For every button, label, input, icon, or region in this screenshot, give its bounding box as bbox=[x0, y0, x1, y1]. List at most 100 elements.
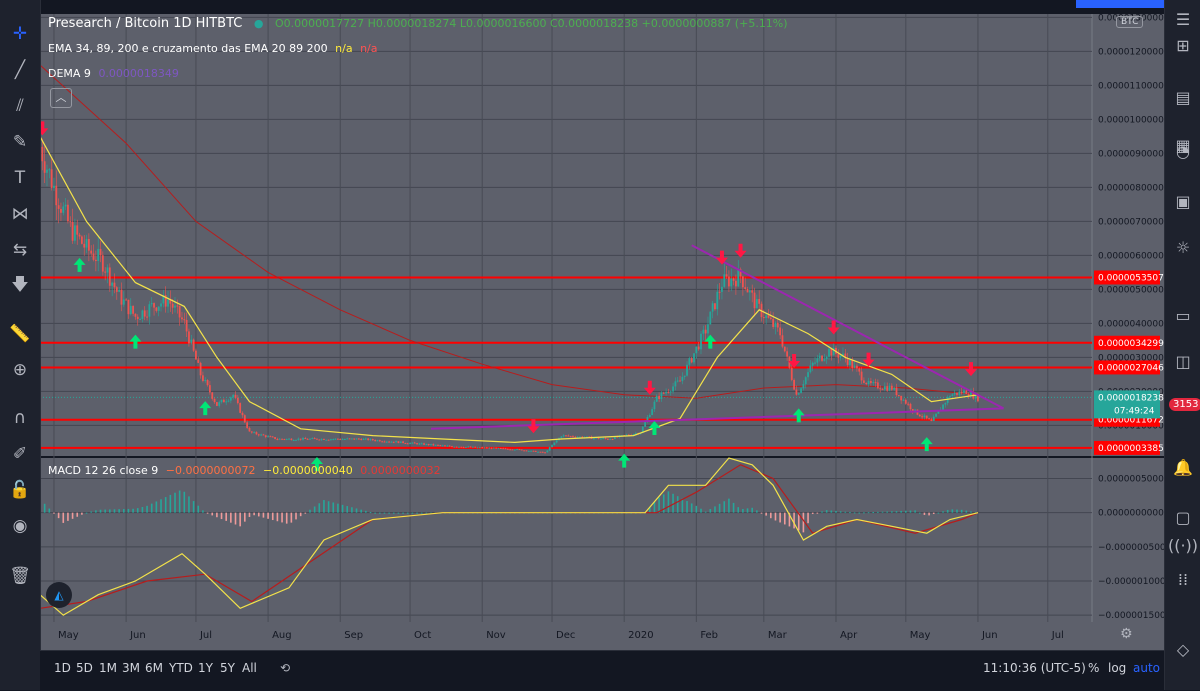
clock[interactable]: 11:10:36 (UTC-5) bbox=[983, 661, 1086, 675]
lock-drawing-icon[interactable]: ✐ bbox=[6, 440, 34, 468]
candle-body bbox=[863, 380, 865, 383]
macd-histogram-bar bbox=[830, 510, 833, 513]
ruler-icon[interactable]: 📏 bbox=[6, 320, 34, 348]
macd-legend[interactable]: MACD 12 26 close 9 −0.0000000072 −0.0000… bbox=[48, 464, 441, 477]
macd-histogram-bar bbox=[318, 503, 321, 513]
range-ytd[interactable]: YTD bbox=[169, 661, 193, 675]
top-strip-button[interactable] bbox=[1076, 0, 1164, 8]
dema-legend[interactable]: DEMA 9 0.0000018349 bbox=[48, 67, 179, 80]
macd-pane[interactable] bbox=[40, 458, 1092, 622]
macd-histogram-bar bbox=[81, 512, 83, 515]
price-pane[interactable] bbox=[40, 14, 1092, 456]
candle-body bbox=[462, 447, 465, 449]
notifications-badge[interactable]: 3153 bbox=[1169, 398, 1200, 411]
candle-body bbox=[965, 390, 968, 395]
magnet-icon[interactable]: ∩ bbox=[6, 404, 34, 432]
calendar-small-icon[interactable]: ▢ bbox=[1170, 504, 1196, 530]
percent-toggle[interactable]: % bbox=[1088, 661, 1099, 675]
trend-line-icon[interactable]: ╱ bbox=[6, 56, 34, 84]
candle-body bbox=[737, 269, 740, 287]
dots-grid-icon[interactable]: ⁞⁞ bbox=[1170, 566, 1196, 592]
candle-body bbox=[290, 438, 293, 441]
currency-badge[interactable]: BTC bbox=[1116, 16, 1144, 28]
candle-body bbox=[76, 225, 79, 235]
text-tool-icon[interactable]: T bbox=[6, 164, 34, 192]
tradingview-logo-icon[interactable]: ◭ bbox=[46, 582, 72, 608]
candle-body bbox=[881, 389, 884, 391]
macd-histogram-bar bbox=[267, 512, 269, 519]
macd-histogram-bar bbox=[923, 512, 926, 515]
left-toolbar: ✛ ╱ ⫽ ✎ T ⋈ ⇆ 🡇 📏 ⊕ ∩ ✐ 🔓 ◉ 🗑 bbox=[0, 0, 41, 690]
symbol-title[interactable]: Presearch / Bitcoin 1D HITBTC bbox=[48, 16, 242, 31]
candle-body bbox=[776, 322, 779, 328]
candle-body bbox=[953, 392, 956, 395]
crosshair-icon[interactable]: ✛ bbox=[6, 20, 34, 48]
macd-histogram-bar bbox=[872, 512, 875, 514]
candle-body bbox=[378, 440, 381, 442]
chat-icon[interactable]: ▭ bbox=[1170, 302, 1196, 328]
macd-histogram-bar bbox=[942, 511, 944, 513]
time-tick-label: Oct bbox=[414, 630, 431, 641]
ema-na-1: n/a bbox=[335, 42, 353, 55]
candle-body bbox=[337, 438, 339, 440]
candle-body bbox=[472, 446, 474, 448]
candle-body bbox=[320, 438, 323, 440]
signal-icon[interactable]: ((·)) bbox=[1168, 532, 1198, 558]
collapse-legend-button[interactable]: ︿ bbox=[50, 88, 72, 108]
candle-body bbox=[853, 365, 856, 368]
candle-body bbox=[665, 391, 667, 394]
range-all[interactable]: All bbox=[242, 661, 257, 675]
log-toggle[interactable]: log bbox=[1108, 661, 1126, 675]
candle-body bbox=[655, 395, 658, 402]
candle-body bbox=[453, 446, 456, 448]
chat-private-icon[interactable]: ◫ bbox=[1170, 348, 1196, 374]
chart-settings-icon[interactable]: ⚙ bbox=[1120, 626, 1133, 642]
price-axis-bg[interactable] bbox=[1092, 14, 1164, 622]
alert-bell-icon[interactable]: 🔔 bbox=[1170, 454, 1196, 480]
calendar-icon[interactable]: ▣ bbox=[1170, 188, 1196, 214]
level-label: 0.0000053507 bbox=[1098, 273, 1164, 283]
candle-body bbox=[101, 255, 104, 272]
candle-body bbox=[43, 161, 46, 173]
range-5d[interactable]: 5D bbox=[76, 661, 93, 675]
ema-legend[interactable]: EMA 34, 89, 200 e cruzamento das EMA 20 … bbox=[48, 42, 378, 55]
range-5y[interactable]: 5Y bbox=[220, 661, 235, 675]
macd-histogram-bar bbox=[425, 512, 428, 514]
chart-canvas[interactable]: 0.00001300000.00001200000.00001100000.00… bbox=[0, 0, 1200, 690]
date-range-icon[interactable]: ⟲ bbox=[280, 661, 290, 675]
eye-icon[interactable]: ◉ bbox=[6, 512, 34, 540]
range-6m[interactable]: 6M bbox=[145, 661, 163, 675]
brush-icon[interactable]: ✎ bbox=[6, 128, 34, 156]
lock-icon[interactable]: 🔓 bbox=[6, 476, 34, 504]
candle-body bbox=[567, 435, 570, 437]
candle-body bbox=[693, 353, 695, 363]
watchlist-icon[interactable]: ☰ bbox=[1170, 6, 1196, 32]
candle-body bbox=[271, 436, 274, 438]
candle-body bbox=[413, 442, 416, 444]
ideas-icon[interactable]: ☼ bbox=[1170, 234, 1196, 260]
prediction-tool-icon[interactable]: ⇆ bbox=[6, 236, 34, 264]
auto-toggle[interactable]: auto bbox=[1133, 661, 1160, 675]
news-icon[interactable]: ▤ bbox=[1170, 84, 1196, 110]
zoom-icon[interactable]: ⊕ bbox=[6, 356, 34, 384]
help-icon[interactable]: ◇ bbox=[1170, 636, 1196, 662]
macd-histogram-bar bbox=[937, 512, 940, 514]
arrow-down-icon[interactable]: 🡇 bbox=[6, 272, 34, 300]
pattern-tool-icon[interactable]: ⋈ bbox=[6, 200, 34, 228]
candle-body bbox=[330, 439, 332, 441]
candle-body bbox=[318, 439, 321, 441]
add-symbol-icon[interactable]: ⊞ bbox=[1170, 32, 1196, 58]
range-1y[interactable]: 1Y bbox=[198, 661, 213, 675]
macd-histogram-bar bbox=[932, 512, 935, 515]
trash-icon[interactable]: 🗑 bbox=[6, 562, 34, 590]
hotlist-icon[interactable]: ◔ bbox=[1170, 138, 1196, 164]
range-1d[interactable]: 1D bbox=[54, 661, 71, 675]
range-3m[interactable]: 3M bbox=[122, 661, 140, 675]
range-1m[interactable]: 1M bbox=[99, 661, 117, 675]
candle-body bbox=[62, 206, 65, 213]
candle-body bbox=[115, 287, 118, 292]
candle-body bbox=[923, 415, 926, 418]
candle-body bbox=[178, 306, 181, 318]
candle-body bbox=[411, 442, 414, 444]
fib-tool-icon[interactable]: ⫽ bbox=[6, 92, 34, 120]
